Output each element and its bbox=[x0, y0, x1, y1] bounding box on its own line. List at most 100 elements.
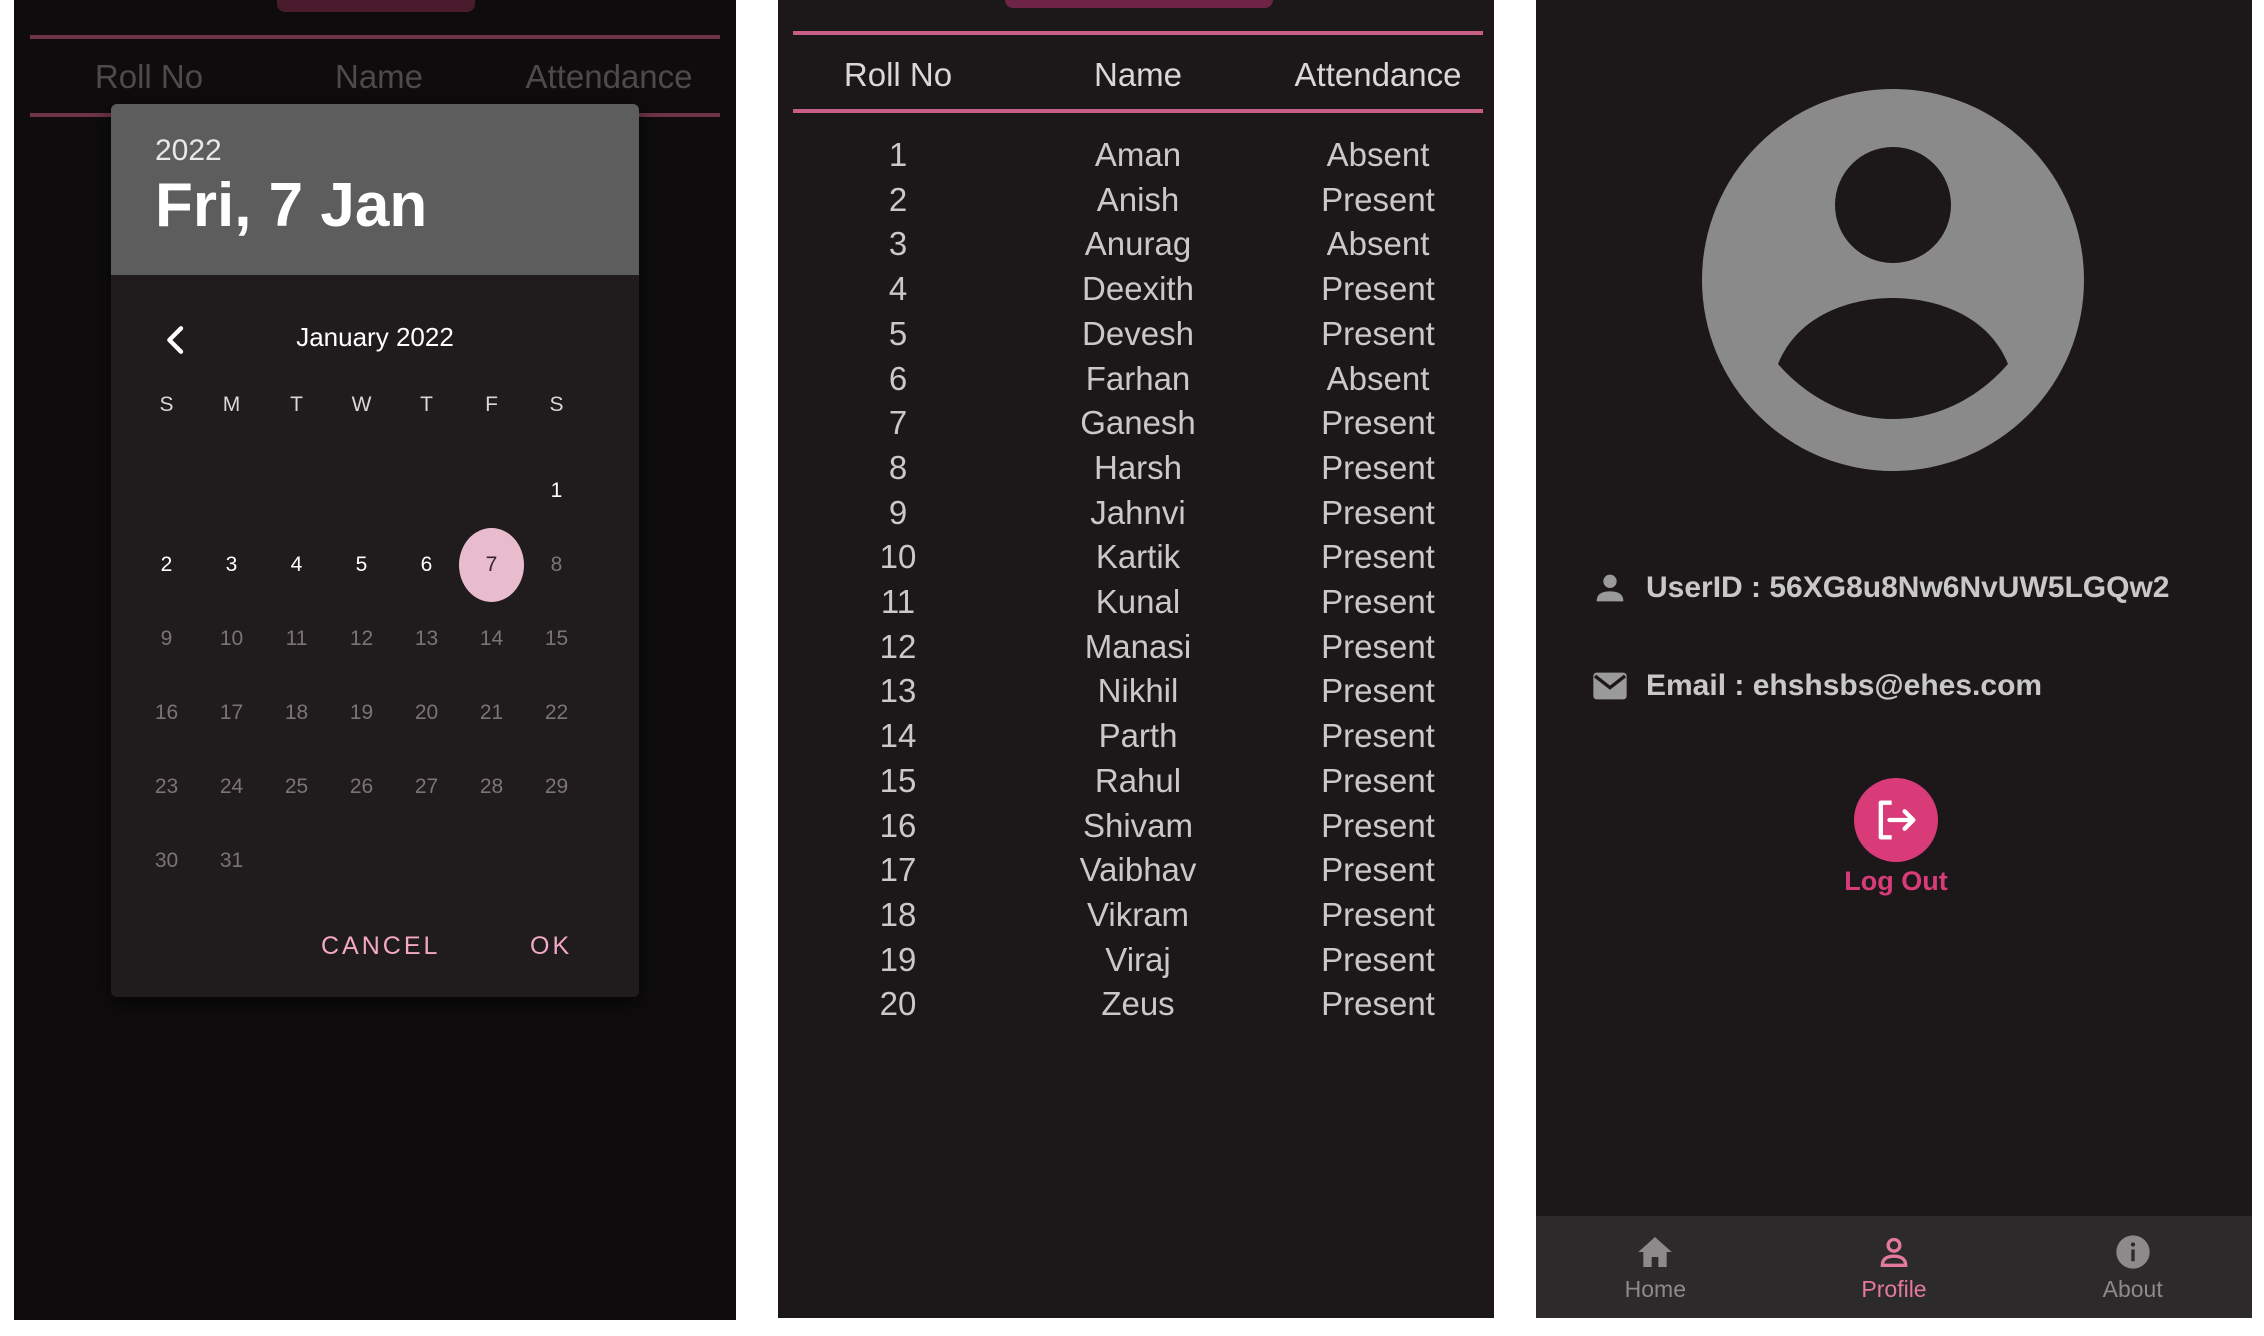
calendar-day-number: 22 bbox=[544, 701, 569, 724]
table-cell-name: Zeus bbox=[1101, 985, 1175, 1023]
calendar-day: 22 bbox=[524, 676, 589, 750]
cancel-button[interactable]: CANCEL bbox=[321, 932, 440, 961]
calendar-day-number: 25 bbox=[284, 775, 309, 798]
date-button[interactable] bbox=[277, 0, 475, 12]
nav-label-profile: Profile bbox=[1861, 1275, 1927, 1302]
table-row: 20 Zeus Present bbox=[778, 982, 1494, 1027]
table-cell-status: Present bbox=[1321, 940, 1435, 978]
calendar-day[interactable]: 6 bbox=[394, 528, 459, 602]
column-header-attendance: Attendance bbox=[525, 58, 693, 95]
ok-button[interactable]: OK bbox=[530, 932, 572, 961]
nav-item-about[interactable]: About bbox=[2013, 1216, 2252, 1318]
table-cell-status: Present bbox=[1321, 895, 1435, 933]
calendar-day: 9 bbox=[134, 602, 199, 676]
profile-screen: UserID : 56XG8u8Nw6NvUW5LGQw2 Email : eh… bbox=[1536, 0, 2252, 1318]
table-cell-roll: 20 bbox=[879, 985, 917, 1023]
calendar-day-number: 1 bbox=[550, 479, 563, 502]
home-icon bbox=[1638, 1236, 1672, 1267]
calendar-day[interactable]: 3 bbox=[199, 528, 264, 602]
table-cell-name: Viraj bbox=[1105, 940, 1171, 978]
calendar-day[interactable]: 5 bbox=[329, 528, 394, 602]
table-row: 17 Vaibhav Present bbox=[778, 848, 1494, 893]
calendar-day: 25 bbox=[264, 750, 329, 824]
table-cell-name: Nikhil bbox=[1097, 672, 1179, 710]
calendar-day-number: 11 bbox=[285, 627, 308, 650]
chevron-left-icon[interactable] bbox=[156, 320, 196, 360]
person-icon bbox=[1596, 574, 1624, 602]
calendar-day-number: 28 bbox=[479, 775, 504, 798]
calendar-day[interactable]: 2 bbox=[134, 528, 199, 602]
date-button[interactable] bbox=[1005, 0, 1273, 8]
table-cell-name: Manasi bbox=[1084, 627, 1192, 665]
table-cell-status: Present bbox=[1321, 270, 1435, 308]
table-cell-roll: 9 bbox=[888, 493, 908, 531]
nav-item-profile[interactable]: Profile bbox=[1775, 1216, 2014, 1318]
calendar-day-number: 3 bbox=[225, 553, 238, 576]
table-cell-name: Deexith bbox=[1082, 270, 1194, 308]
calendar-day: 27 bbox=[394, 750, 459, 824]
table-cell-status: Absent bbox=[1326, 359, 1430, 397]
table-cell-roll: 8 bbox=[888, 448, 908, 486]
calendar-day: 14 bbox=[459, 602, 524, 676]
calendar-day-number: 15 bbox=[544, 627, 569, 650]
calendar-day: 21 bbox=[459, 676, 524, 750]
table-cell-name: Kunal bbox=[1095, 583, 1181, 620]
calendar-day: 10 bbox=[199, 602, 264, 676]
calendar-day: 11 bbox=[264, 602, 329, 676]
selected-year[interactable]: 2022 bbox=[155, 134, 222, 168]
table-cell-roll: 10 bbox=[879, 538, 917, 576]
calendar-day: 30 bbox=[134, 824, 199, 898]
calendar-day-number: 17 bbox=[219, 701, 244, 724]
table-row: 18 Vikram Present bbox=[778, 893, 1494, 938]
table-cell-name: Devesh bbox=[1082, 314, 1194, 352]
calendar-grid: S M T W T F S 1 2 3 4 5 6 7 8 9 10 11 12 13 14 15 16 17 18 19 20 21… bbox=[134, 380, 589, 898]
table-row: 12 Manasi Present bbox=[778, 625, 1494, 670]
table-cell-status: Present bbox=[1321, 180, 1435, 218]
table-cell-roll: 14 bbox=[879, 717, 917, 755]
table-cell-status: Present bbox=[1321, 672, 1435, 710]
calendar-day[interactable]: 1 bbox=[524, 454, 589, 528]
column-header-roll-no: Roll No bbox=[94, 58, 204, 95]
table-row: 4 Deexith Present bbox=[778, 267, 1494, 312]
logout-label[interactable]: Log Out bbox=[1796, 866, 1996, 897]
column-header-name: Name bbox=[1093, 56, 1183, 93]
logout-button[interactable] bbox=[1854, 778, 1938, 862]
table-cell-roll: 7 bbox=[888, 404, 908, 442]
table-row: 15 Rahul Present bbox=[778, 759, 1494, 804]
calendar-day[interactable]: 4 bbox=[264, 528, 329, 602]
table-row: 11 Kunal Present bbox=[778, 580, 1494, 625]
calendar-day: 24 bbox=[199, 750, 264, 824]
table-cell-name: Farhan bbox=[1085, 359, 1191, 397]
table-row: 19 Viraj Present bbox=[778, 938, 1494, 983]
calendar-day: 29 bbox=[524, 750, 589, 824]
person-icon bbox=[1880, 1237, 1908, 1267]
date-picker-dialog: 2022 Fri, 7 Jan January 2022 SMTWTFS1234… bbox=[111, 104, 639, 997]
calendar-day: 15 bbox=[524, 602, 589, 676]
weekday-label: T bbox=[420, 393, 433, 416]
calendar-day: 13 bbox=[394, 602, 459, 676]
table-cell-roll: 5 bbox=[888, 314, 908, 352]
table-cell-status: Present bbox=[1321, 985, 1435, 1023]
table-cell-roll: 15 bbox=[879, 761, 917, 799]
calendar-day: 18 bbox=[264, 676, 329, 750]
table-row: 5 Devesh Present bbox=[778, 312, 1494, 357]
calendar-day-number: 20 bbox=[414, 701, 439, 724]
table-row: 10 Kartik Present bbox=[778, 535, 1494, 580]
table-row: 1 Aman Absent bbox=[778, 133, 1494, 178]
nav-item-home[interactable]: Home bbox=[1536, 1216, 1775, 1318]
calendar-day-number: 4 bbox=[290, 553, 303, 576]
calendar-day-number: 18 bbox=[284, 701, 309, 724]
header-divider-bottom bbox=[793, 109, 1483, 113]
calendar-day-selected[interactable]: 7 bbox=[459, 528, 524, 602]
table-cell-status: Present bbox=[1321, 627, 1435, 665]
table-cell-name: Vikram bbox=[1086, 895, 1190, 933]
header-divider-top bbox=[793, 31, 1483, 35]
calendar-day-number: 31 bbox=[219, 849, 244, 872]
email-row: Email : ehshsbs@ehes.com bbox=[1590, 666, 2042, 706]
calendar-day-number: 14 bbox=[479, 627, 504, 650]
table-cell-name: Anurag bbox=[1084, 225, 1192, 263]
table-cell-roll: 11 bbox=[880, 583, 916, 620]
table-cell-roll: 4 bbox=[888, 270, 908, 308]
account-circle-icon bbox=[1702, 89, 2084, 471]
table-cell-roll: 19 bbox=[879, 940, 917, 978]
